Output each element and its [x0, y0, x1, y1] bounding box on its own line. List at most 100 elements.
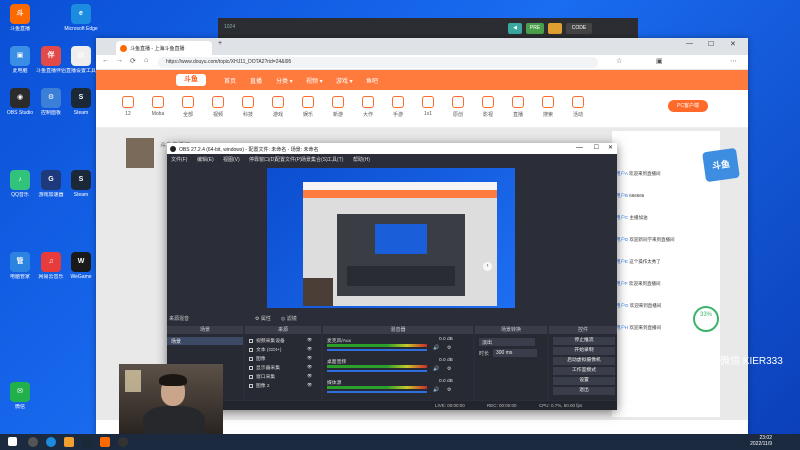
steam-taskbar-icon[interactable] [82, 437, 92, 447]
desktop-shortcut[interactable]: 管电脑管家 [3, 252, 37, 280]
desktop-shortcut[interactable]: ⚙ 控制面板 [34, 88, 68, 116]
top-app-button-2[interactable]: PRE [526, 23, 544, 34]
obs-taskbar-icon[interactable] [118, 437, 128, 447]
source-item[interactable]: 显示器采集 👁 [249, 364, 312, 371]
category-item[interactable]: 视频 [206, 96, 230, 118]
top-app-code-button[interactable]: CODE [566, 23, 592, 34]
search-icon[interactable] [28, 437, 38, 447]
desktop-shortcut[interactable]: 斗斗鱼直播 [3, 4, 37, 32]
desktop-shortcut[interactable]: ♫ 网易云音乐 [34, 252, 68, 280]
desktop-shortcut[interactable]: ♪ QQ音乐 [3, 170, 37, 198]
category-item[interactable]: 1v1 [416, 96, 440, 117]
chat-username[interactable]: 用户D [616, 237, 628, 242]
maximize-button[interactable]: ☐ [708, 40, 714, 48]
side-promo-badge[interactable]: 斗鱼 [702, 147, 740, 183]
source-item[interactable]: 视频采集设备 👁 [249, 337, 312, 344]
edge-taskbar-icon[interactable] [46, 437, 56, 447]
desktop-shortcut[interactable]: e Microsoft Edge [64, 4, 98, 32]
category-item[interactable]: 手游 [386, 96, 410, 118]
new-tab-button[interactable]: + [218, 40, 222, 47]
top-app-avatar[interactable] [548, 23, 562, 34]
nav-home[interactable]: 首页 [224, 76, 236, 85]
chat-username[interactable]: 用户C [616, 215, 628, 220]
obs-close-button[interactable]: ✕ [608, 144, 613, 151]
source-item[interactable]: 窗口采集 👁 [249, 373, 312, 380]
control-button[interactable]: 退出 [553, 387, 615, 395]
chat-username[interactable]: 用户E [616, 259, 628, 264]
track-settings-icon[interactable]: ⚙ [447, 366, 451, 372]
category-item[interactable]: 原创 [446, 96, 470, 118]
desktop-shortcut[interactable]: ▤ 直播设置工具 [64, 46, 98, 74]
track-settings-icon[interactable]: ⚙ [447, 345, 451, 351]
category-item[interactable]: 游戏 [266, 96, 290, 118]
source-item[interactable]: 图像 2 👁 [249, 382, 312, 389]
obs-menu-item[interactable]: 视图(V) [223, 156, 240, 163]
volume-slider[interactable] [327, 349, 427, 351]
chat-username[interactable]: 用户B [616, 193, 628, 198]
scene-item[interactable]: 场景 [167, 337, 243, 345]
visibility-icon[interactable]: 👁 [307, 364, 312, 369]
transition-select[interactable]: 淡出 [479, 338, 535, 346]
desktop-shortcut[interactable]: S Steam [64, 170, 98, 198]
desktop-shortcut[interactable]: ✉ 微信 [3, 382, 37, 410]
desktop-shortcut[interactable]: 伴斗鱼直播伴侣 [34, 46, 68, 74]
douyu-taskbar-icon[interactable] [100, 437, 110, 447]
visibility-icon[interactable]: 👁 [307, 337, 312, 342]
speaker-icon[interactable]: 🔊 [433, 387, 439, 393]
category-item[interactable]: 活动 [566, 96, 590, 118]
visibility-icon[interactable]: 👁 [307, 382, 312, 387]
category-item[interactable]: 新游 [326, 96, 350, 118]
category-item[interactable]: 大作 [356, 96, 380, 118]
chat-username[interactable]: 用户H [616, 325, 628, 330]
obs-preview[interactable]: › [267, 168, 515, 308]
desktop-shortcut[interactable]: W WeGame [64, 252, 98, 280]
speaker-icon[interactable]: 🔊 [433, 366, 439, 372]
nav-live[interactable]: 直播 [250, 76, 262, 85]
source-item[interactable]: 文本 (GDI+) 👁 [249, 346, 312, 353]
visibility-icon[interactable]: 👁 [307, 373, 312, 378]
back-icon[interactable]: ← [102, 57, 109, 64]
settings-gear-icon[interactable]: ⚙ 属性 [255, 315, 271, 322]
category-item[interactable]: 12 [116, 96, 140, 117]
category-item[interactable]: 直播 [506, 96, 530, 118]
source-item[interactable]: 图像 👁 [249, 355, 312, 362]
control-button[interactable]: 设置 [553, 377, 615, 385]
control-button[interactable]: 开始录制 [553, 347, 615, 355]
minimize-button[interactable]: — [686, 40, 693, 47]
speaker-icon[interactable]: 🔊 [433, 345, 439, 351]
visibility-icon[interactable]: 👁 [307, 355, 312, 360]
streamer-avatar[interactable] [126, 138, 154, 168]
top-app-button-1[interactable]: ◀ [508, 23, 522, 34]
home-icon[interactable]: ⌂ [144, 57, 148, 64]
duration-input[interactable]: 300 ms [493, 349, 537, 357]
volume-slider[interactable] [327, 370, 427, 372]
preview-next-icon[interactable]: › [483, 262, 492, 271]
obs-menu-item[interactable]: 帮助(H) [353, 156, 370, 163]
url-input[interactable]: https://www.douyu.com/topic/XHJ11_DOTA2?… [158, 57, 598, 68]
nav-video[interactable]: 视频 ▾ [306, 76, 323, 85]
close-button[interactable]: ✕ [730, 40, 736, 48]
control-button[interactable]: 工作室模式 [553, 367, 615, 375]
nav-category[interactable]: 分类 ▾ [276, 76, 293, 85]
obs-minimize-button[interactable]: — [576, 144, 583, 151]
category-item[interactable]: 娱乐 [296, 96, 320, 118]
obs-menu-item[interactable]: 停靠窗口(D) [249, 156, 276, 163]
douyu-logo[interactable]: 斗鱼 [176, 74, 206, 86]
obs-menu-item[interactable]: 文件(F) [171, 156, 187, 163]
volume-slider[interactable] [327, 391, 427, 393]
pc-client-button[interactable]: PC客户端 [668, 100, 708, 112]
control-button[interactable]: 停止推流 [553, 337, 615, 345]
start-icon[interactable] [8, 437, 17, 446]
more-icon[interactable]: ⋯ [730, 57, 737, 65]
chat-username[interactable]: 用户G [616, 303, 629, 308]
desktop-shortcut[interactable]: ▣ 此电脑 [3, 46, 37, 74]
collections-icon[interactable]: ▣ [656, 57, 663, 65]
visibility-icon[interactable]: 👁 [307, 346, 312, 351]
filters-icon[interactable]: ◎ 滤镜 [281, 315, 297, 322]
chat-username[interactable]: 用户F [616, 281, 628, 286]
track-settings-icon[interactable]: ⚙ [447, 387, 451, 393]
category-item[interactable]: 全部 [176, 96, 200, 118]
obs-maximize-button[interactable]: ☐ [594, 144, 599, 151]
refresh-icon[interactable]: ⟳ [130, 57, 136, 65]
category-item[interactable]: 科技 [236, 96, 260, 118]
